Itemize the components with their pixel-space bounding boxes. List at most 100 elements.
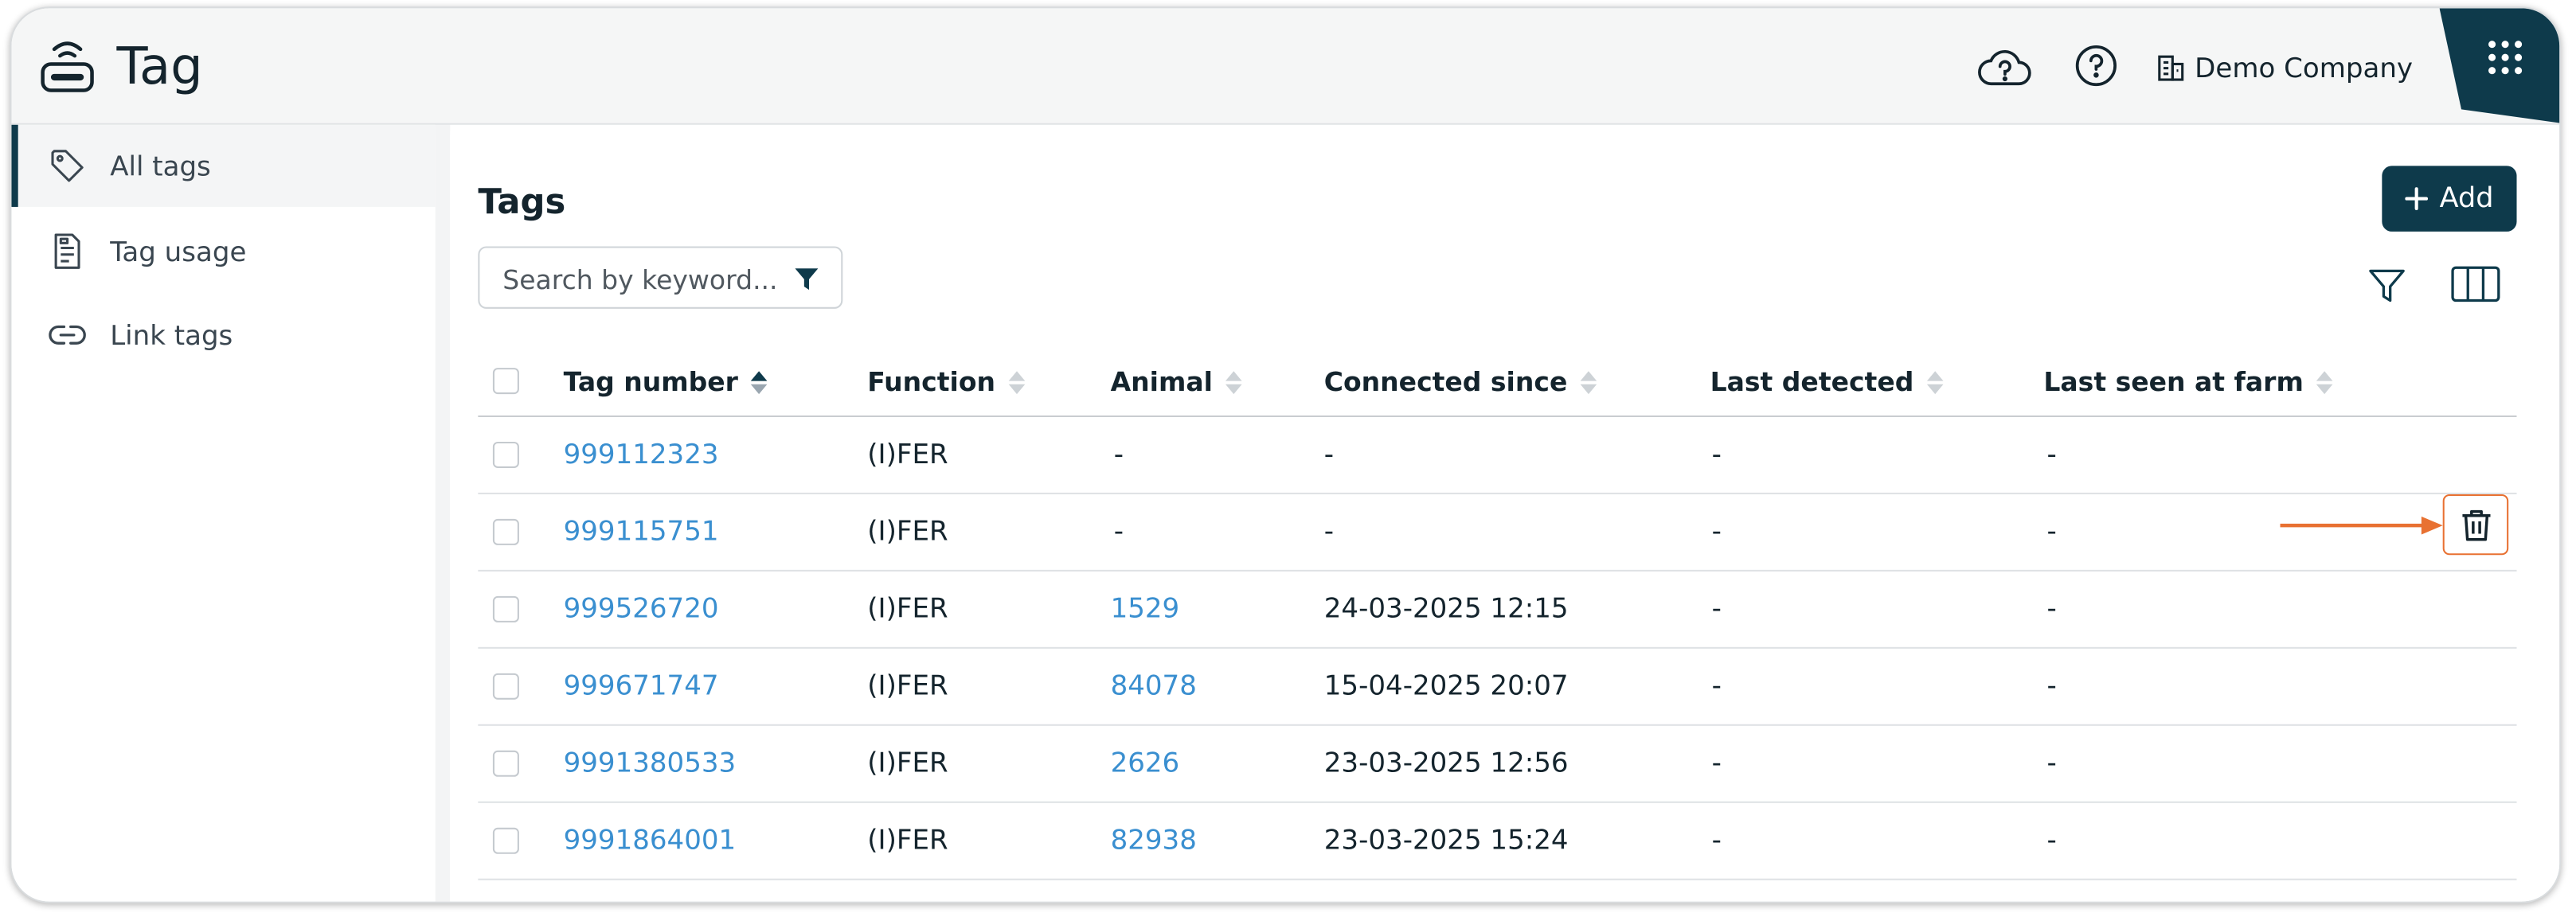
app-window: Tag Demo Company All tags Tag usage Link…	[10, 6, 2562, 903]
function-cell: (I)FER	[867, 515, 948, 547]
sidebar-item-label: All tags	[110, 150, 211, 181]
app-title: Tag	[116, 37, 203, 97]
last-detected-cell: -	[1711, 824, 1722, 856]
animal-link[interactable]: 2626	[1111, 747, 1180, 778]
table-row[interactable]: 9991380533 (I)FER 2626 23-03-2025 12:56 …	[478, 726, 2517, 803]
sidebar-item-all-tags[interactable]: All tags	[11, 124, 436, 207]
function-cell: (I)FER	[867, 824, 948, 856]
top-bar: Tag Demo Company	[11, 8, 2560, 125]
row-checkbox[interactable]	[492, 518, 519, 545]
column-header-last-seen-at-farm[interactable]: Last seen at farm	[2043, 366, 2335, 397]
animal-link[interactable]: 84078	[1111, 670, 1197, 701]
connected-since-cell: 23-03-2025 15:24	[1323, 824, 1569, 856]
search-box	[478, 246, 843, 309]
connected-since-cell: -	[1323, 515, 1335, 547]
sort-ascending-icon[interactable]	[749, 369, 769, 395]
function-cell: (I)FER	[867, 669, 948, 701]
last-seen-cell: -	[2046, 747, 2057, 778]
connected-since-cell: 23-03-2025 12:56	[1323, 747, 1569, 778]
document-icon	[54, 233, 80, 269]
search-input[interactable]	[499, 259, 786, 299]
animal-link[interactable]: 1529	[1111, 593, 1180, 624]
sidebar-item-label: Link tags	[110, 319, 233, 351]
table-row[interactable]: 999115751 (I)FER - - - -	[478, 494, 2517, 572]
last-detected-cell: -	[1711, 592, 1722, 624]
help-icon[interactable]	[2075, 45, 2118, 88]
table-row[interactable]: 999671747 (I)FER 84078 15-04-2025 20:07 …	[478, 649, 2517, 726]
row-checkbox[interactable]	[492, 673, 519, 700]
select-all-checkbox[interactable]	[492, 368, 519, 395]
tag-reader-icon	[41, 41, 94, 92]
sort-icon[interactable]	[1579, 369, 1599, 395]
sort-icon[interactable]	[1925, 369, 1945, 395]
row-checkbox[interactable]	[492, 750, 519, 777]
building-icon	[2158, 54, 2184, 80]
sort-icon[interactable]	[1224, 369, 1244, 395]
add-button[interactable]: Add	[2382, 166, 2517, 232]
animal-cell: -	[1113, 515, 1124, 547]
filter-icon[interactable]	[793, 266, 819, 292]
sidebar-divider	[435, 124, 451, 902]
tag-number-link[interactable]: 9991864001	[564, 825, 737, 856]
animal-cell: -	[1113, 438, 1124, 470]
table-row[interactable]: 999526720 (I)FER 1529 24-03-2025 12:15 -…	[478, 572, 2517, 649]
filter-icon[interactable]	[2367, 266, 2407, 306]
tag-icon	[51, 150, 84, 182]
row-checkbox[interactable]	[492, 441, 519, 468]
column-label: Tag number	[563, 366, 738, 398]
company-selector[interactable]: Demo Company	[2157, 48, 2413, 88]
sort-icon[interactable]	[1007, 369, 1026, 395]
connected-since-cell: 24-03-2025 12:15	[1323, 592, 1569, 624]
column-header-function[interactable]: Function	[867, 366, 1026, 397]
table-row[interactable]: 9991864001 (I)FER 82938 23-03-2025 15:24…	[478, 803, 2517, 880]
column-label: Animal	[1110, 366, 1213, 398]
main-content: Tags Add Tag number	[450, 124, 2560, 902]
delete-row-button[interactable]	[2442, 494, 2509, 556]
sidebar-item-label: Tag usage	[110, 236, 247, 267]
grid-menu-icon[interactable]	[2485, 37, 2525, 77]
link-icon	[49, 325, 86, 345]
column-header-connected-since[interactable]: Connected since	[1324, 366, 1599, 397]
plus-icon	[2405, 187, 2429, 211]
connected-since-cell: 15-04-2025 20:07	[1323, 669, 1569, 701]
function-cell: (I)FER	[867, 747, 948, 778]
tag-number-link[interactable]: 999112323	[564, 439, 719, 470]
column-header-last-detected[interactable]: Last detected	[1710, 366, 1945, 397]
column-header-tag-number[interactable]: Tag number	[564, 366, 770, 397]
last-seen-cell: -	[2046, 438, 2057, 470]
last-seen-cell: -	[2046, 669, 2057, 701]
function-cell: (I)FER	[867, 592, 948, 624]
trash-icon	[2462, 509, 2491, 541]
function-cell: (I)FER	[867, 438, 948, 470]
table-row[interactable]: 999112323 (I)FER - - - -	[478, 417, 2517, 494]
last-seen-cell: -	[2046, 824, 2057, 856]
last-detected-cell: -	[1711, 669, 1722, 701]
tag-number-link[interactable]: 999526720	[564, 593, 719, 624]
column-label: Connected since	[1323, 366, 1568, 398]
sidebar-item-link-tags[interactable]: Link tags	[11, 294, 435, 376]
connected-since-cell: -	[1323, 438, 1335, 470]
tag-number-link[interactable]: 9991380533	[564, 747, 737, 778]
sidebar-item-tag-usage[interactable]: Tag usage	[11, 210, 435, 292]
annotation-arrow	[2280, 516, 2443, 535]
cloud-help-icon[interactable]	[1976, 46, 2032, 89]
table-header: Tag number Function Animal Connected sin…	[478, 357, 2517, 418]
last-seen-cell: -	[2046, 515, 2057, 547]
row-checkbox[interactable]	[492, 827, 519, 854]
last-detected-cell: -	[1711, 515, 1722, 547]
column-label: Function	[867, 366, 996, 398]
column-header-animal[interactable]: Animal	[1111, 366, 1245, 397]
animal-link[interactable]: 82938	[1111, 825, 1197, 856]
tag-number-link[interactable]: 999115751	[564, 516, 719, 547]
last-detected-cell: -	[1711, 438, 1722, 470]
company-name: Demo Company	[2195, 51, 2414, 84]
page-title: Tags	[478, 181, 566, 222]
sort-icon[interactable]	[2315, 369, 2335, 395]
add-button-label: Add	[2439, 181, 2494, 216]
column-label: Last seen at farm	[2043, 366, 2304, 398]
last-detected-cell: -	[1711, 747, 1722, 778]
tag-number-link[interactable]: 999671747	[564, 670, 719, 701]
row-checkbox[interactable]	[492, 595, 519, 622]
column-label: Last detected	[1710, 366, 1914, 398]
columns-icon[interactable]	[2451, 266, 2500, 302]
